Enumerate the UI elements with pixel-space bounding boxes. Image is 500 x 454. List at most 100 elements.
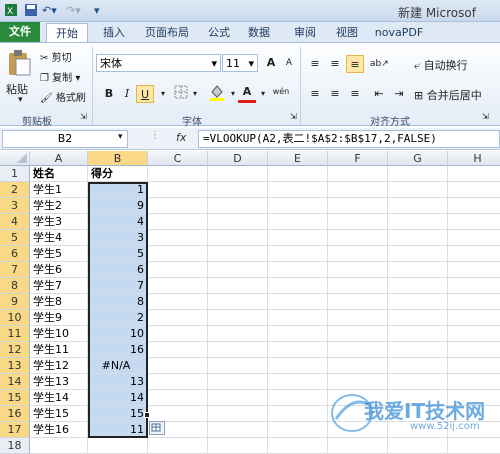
empty-cell[interactable]	[388, 438, 448, 454]
column-header-b[interactable]: B	[88, 151, 148, 166]
empty-cell[interactable]	[388, 374, 448, 390]
cell-name[interactable]: 学生4	[30, 230, 88, 246]
row-header[interactable]: 6	[0, 246, 30, 262]
undo-icon[interactable]: ↶▾	[42, 3, 57, 19]
empty-cell[interactable]	[268, 198, 328, 214]
empty-cell[interactable]	[148, 166, 208, 182]
copy-button[interactable]: ❐ 复制 ▾	[40, 69, 80, 84]
cell-score[interactable]: 11	[88, 422, 148, 438]
increase-indent-icon[interactable]: ⇥	[390, 85, 408, 103]
empty-cell[interactable]	[268, 342, 328, 358]
cell-name[interactable]: 学生2	[30, 198, 88, 214]
empty-cell[interactable]	[448, 310, 500, 326]
row-header[interactable]: 14	[0, 374, 30, 390]
empty-cell[interactable]	[208, 198, 268, 214]
empty-cell[interactable]	[388, 198, 448, 214]
empty-cell[interactable]	[208, 422, 268, 438]
column-header-f[interactable]: F	[328, 151, 388, 166]
cell-name[interactable]: 学生1	[30, 182, 88, 198]
cell-score[interactable]: 1	[88, 182, 148, 198]
auto-fill-options-icon[interactable]	[149, 421, 165, 435]
cell-name[interactable]: 学生11	[30, 342, 88, 358]
tab-file[interactable]: 文件	[0, 22, 40, 42]
empty-cell[interactable]	[268, 310, 328, 326]
empty-cell[interactable]	[448, 374, 500, 390]
empty-cell[interactable]	[208, 166, 268, 182]
empty-cell[interactable]	[268, 246, 328, 262]
empty-cell[interactable]	[448, 198, 500, 214]
shrink-font-icon[interactable]: A	[280, 54, 298, 72]
empty-cell[interactable]	[448, 166, 500, 182]
empty-cell[interactable]	[328, 198, 388, 214]
empty-cell[interactable]	[208, 438, 268, 454]
empty-cell[interactable]	[388, 278, 448, 294]
empty-cell[interactable]	[268, 358, 328, 374]
cell-name[interactable]: 学生3	[30, 214, 88, 230]
row-header[interactable]: 3	[0, 198, 30, 214]
header-cell-name[interactable]: 姓名	[30, 166, 88, 182]
empty-cell[interactable]	[268, 230, 328, 246]
empty-cell[interactable]	[448, 230, 500, 246]
cell-name[interactable]: 学生7	[30, 278, 88, 294]
cell-score[interactable]: 7	[88, 278, 148, 294]
font-launcher-icon[interactable]: ⇲	[290, 112, 297, 121]
tab-review[interactable]: 审阅	[290, 23, 320, 42]
empty-cell[interactable]	[448, 262, 500, 278]
bold-button[interactable]: B	[100, 85, 118, 103]
align-right-icon[interactable]: ≡	[346, 85, 364, 103]
empty-cell[interactable]	[448, 246, 500, 262]
row-header[interactable]: 9	[0, 294, 30, 310]
insert-function-icon[interactable]: fx	[176, 131, 186, 144]
empty-cell[interactable]	[448, 294, 500, 310]
cell-score[interactable]: #N/A	[88, 358, 148, 374]
empty-cell[interactable]	[208, 326, 268, 342]
empty-cell[interactable]	[148, 310, 208, 326]
row-header[interactable]: 2	[0, 182, 30, 198]
column-header-h[interactable]: H	[448, 151, 500, 166]
cell-name[interactable]: 学生6	[30, 262, 88, 278]
clipboard-launcher-icon[interactable]: ⇲	[80, 112, 87, 121]
empty-cell[interactable]	[148, 326, 208, 342]
cell-name[interactable]: 学生14	[30, 390, 88, 406]
empty-cell[interactable]	[328, 230, 388, 246]
phonetic-icon[interactable]: wén	[270, 83, 292, 101]
redo-icon[interactable]: ↷▾	[66, 3, 81, 19]
column-header-a[interactable]: A	[30, 151, 88, 166]
cell-name[interactable]: 学生16	[30, 422, 88, 438]
paste-button[interactable]: 粘贴	[6, 81, 28, 97]
empty-cell[interactable]	[448, 326, 500, 342]
empty-cell[interactable]	[208, 406, 268, 422]
cell-name[interactable]: 学生12	[30, 358, 88, 374]
empty-cell[interactable]	[328, 214, 388, 230]
row-header[interactable]: 11	[0, 326, 30, 342]
empty-cell[interactable]	[208, 214, 268, 230]
cell-score[interactable]: 3	[88, 230, 148, 246]
empty-cell[interactable]	[268, 406, 328, 422]
tab-insert[interactable]: 插入	[98, 23, 130, 42]
empty-cell[interactable]	[268, 422, 328, 438]
row-header[interactable]: 5	[0, 230, 30, 246]
tab-view[interactable]: 视图	[332, 23, 362, 42]
paste-dropdown-icon[interactable]: ▾	[18, 95, 23, 105]
row-header[interactable]: 1	[0, 166, 30, 182]
worksheet-grid[interactable]: ABCDEFGH 1 姓名 得分 2 学生1 1 3 学生2 9 4 学生3 4 5 学生4 3 6 学生5 5 7…	[0, 151, 500, 454]
empty-cell[interactable]	[268, 326, 328, 342]
empty-cell[interactable]	[148, 406, 208, 422]
cut-button[interactable]: ✂ 剪切	[40, 49, 72, 64]
cell-score[interactable]: 16	[88, 342, 148, 358]
cell-score[interactable]: 8	[88, 294, 148, 310]
row-header[interactable]: 15	[0, 390, 30, 406]
empty-cell[interactable]	[148, 246, 208, 262]
cell-name[interactable]: 学生8	[30, 294, 88, 310]
empty-cell[interactable]	[148, 342, 208, 358]
empty-cell[interactable]	[208, 262, 268, 278]
empty-cell[interactable]	[328, 374, 388, 390]
tab-page-layout[interactable]: 页面布局	[140, 23, 194, 42]
row-header[interactable]: 17	[0, 422, 30, 438]
wrap-text-button[interactable]: ⤶ 自动换行	[414, 57, 468, 73]
empty-cell[interactable]	[148, 358, 208, 374]
orientation-icon[interactable]: ab↗	[370, 55, 389, 73]
empty-cell[interactable]	[388, 246, 448, 262]
empty-cell[interactable]	[268, 374, 328, 390]
empty-cell[interactable]	[448, 438, 500, 454]
